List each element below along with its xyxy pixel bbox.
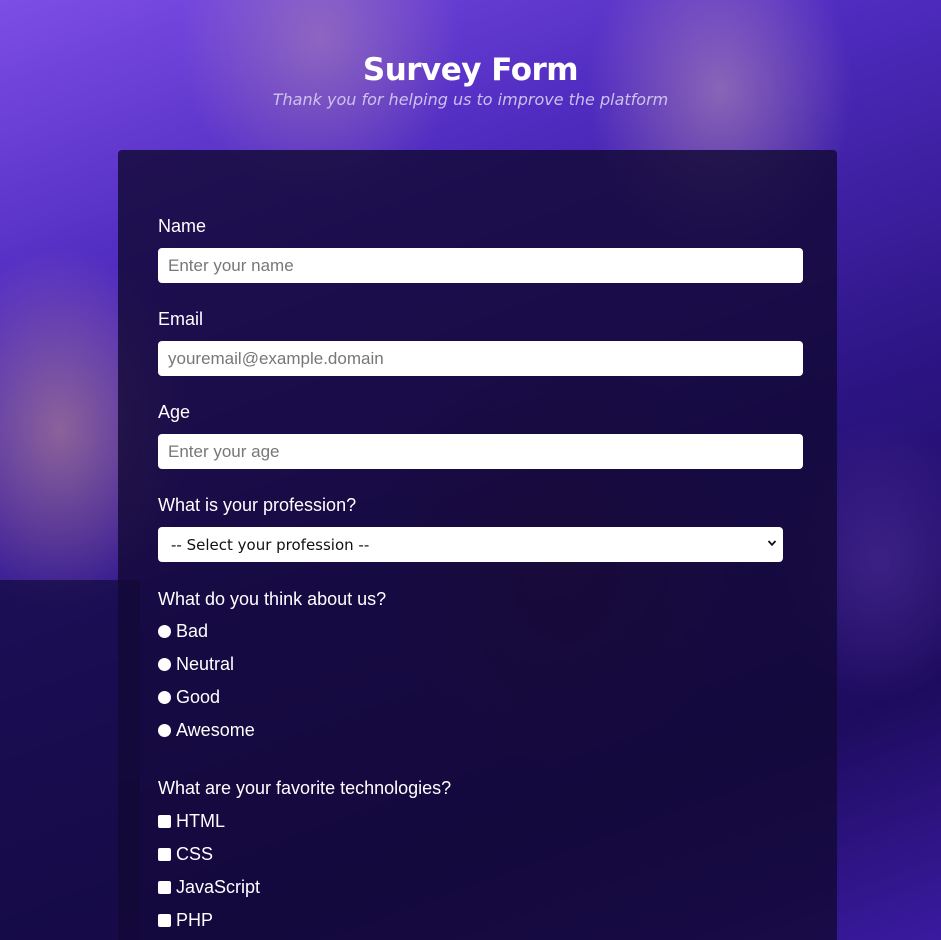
- page-subtitle: Thank you for helping us to improve the …: [272, 90, 669, 109]
- opinion-option-good[interactable]: Good: [158, 686, 220, 708]
- tech-option-label: PHP: [176, 909, 214, 930]
- name-input[interactable]: [158, 248, 803, 283]
- profession-label: What is your profession?: [158, 495, 357, 515]
- opinion-option-label: Good: [176, 686, 221, 707]
- chevron-down-icon: [767, 540, 777, 547]
- tech-option-label: HTML: [176, 810, 225, 831]
- name-label: Name: [158, 216, 207, 236]
- opinion-option-label: Neutral: [176, 653, 235, 674]
- email-input[interactable]: [158, 341, 803, 376]
- radio-button-icon[interactable]: [158, 723, 171, 737]
- opinion-option-bad[interactable]: Bad: [158, 620, 208, 642]
- profession-select-value: -- Select your profession --: [171, 535, 370, 554]
- checkbox-icon[interactable]: [158, 847, 171, 861]
- tech-option-label: JavaScript: [176, 876, 261, 897]
- opinion-option-label: Bad: [176, 620, 209, 641]
- radio-button-icon[interactable]: [158, 657, 171, 671]
- opinion-label: What do you think about us?: [158, 589, 387, 609]
- radio-button-icon[interactable]: [158, 624, 171, 638]
- page-title: Survey Form: [362, 52, 579, 88]
- page-header: Survey Form Thank you for helping us to …: [0, 50, 941, 109]
- tech-option-html[interactable]: HTML: [158, 810, 225, 832]
- survey-form: Name Email Age What is your profession? …: [118, 150, 837, 940]
- checkbox-icon[interactable]: [158, 913, 171, 927]
- age-input[interactable]: [158, 434, 803, 469]
- tech-option-label: CSS: [176, 843, 214, 864]
- age-label: Age: [158, 402, 191, 422]
- opinion-option-neutral[interactable]: Neutral: [158, 653, 234, 675]
- technologies-label: What are your favorite technologies?: [158, 778, 452, 798]
- tech-option-javascript[interactable]: JavaScript: [158, 876, 260, 898]
- radio-button-icon[interactable]: [158, 690, 171, 704]
- tech-option-php[interactable]: PHP: [158, 909, 213, 931]
- tech-option-css[interactable]: CSS: [158, 843, 213, 865]
- profession-select[interactable]: -- Select your profession --: [158, 527, 783, 562]
- opinion-option-awesome[interactable]: Awesome: [158, 719, 255, 741]
- email-label: Email: [158, 309, 204, 329]
- checkbox-icon[interactable]: [158, 880, 171, 894]
- opinion-option-label: Awesome: [176, 719, 255, 740]
- checkbox-icon[interactable]: [158, 814, 171, 828]
